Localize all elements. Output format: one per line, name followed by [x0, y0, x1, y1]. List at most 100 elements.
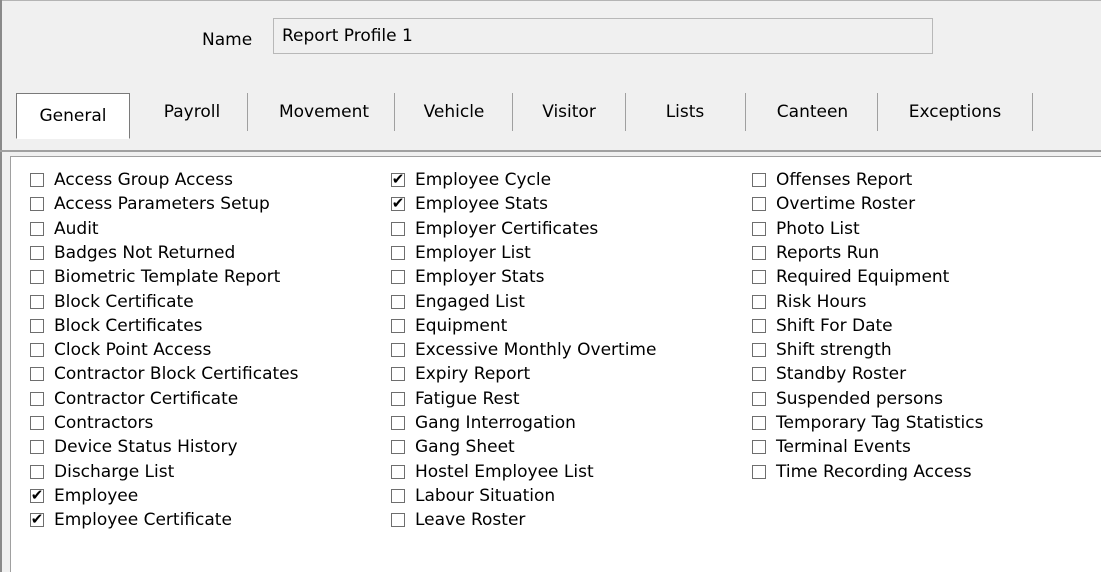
report-checkbox-item[interactable]: Hostel Employee List [391, 460, 594, 484]
tab-general[interactable]: General [16, 93, 130, 139]
report-checkbox-item[interactable]: Biometric Template Report [30, 265, 280, 289]
checkbox-label: Access Group Access [54, 170, 233, 190]
checkbox-unchecked[interactable] [391, 464, 405, 479]
report-checkbox-item[interactable]: Employer List [391, 241, 531, 265]
report-checkbox-item[interactable]: Contractor Certificate [30, 387, 238, 411]
checkbox-unchecked[interactable] [752, 343, 766, 358]
tab-canteen[interactable]: Canteen [750, 90, 875, 136]
report-checkbox-item[interactable]: Shift strength [752, 338, 892, 362]
checkbox-unchecked[interactable] [752, 440, 766, 455]
report-checkbox-item[interactable]: Contractors [30, 411, 153, 435]
report-checkbox-item[interactable]: Discharge List [30, 460, 174, 484]
report-checkbox-item[interactable]: Employer Stats [391, 265, 545, 289]
tab-vehicle[interactable]: Vehicle [399, 90, 509, 136]
report-checkbox-item[interactable]: Required Equipment [752, 265, 949, 289]
report-checkbox-item[interactable]: Offenses Report [752, 168, 912, 192]
tab-payroll[interactable]: Payroll [137, 90, 247, 136]
report-checkbox-item[interactable]: ✔ Employee [30, 484, 138, 508]
checkbox-unchecked[interactable] [30, 245, 44, 260]
report-checkbox-item[interactable]: Risk Hours [752, 290, 866, 314]
checkbox-unchecked[interactable] [752, 294, 766, 309]
name-field[interactable]: Report Profile 1 [273, 18, 933, 54]
checkbox-unchecked[interactable] [391, 294, 405, 309]
report-checkbox-item[interactable]: Clock Point Access [30, 338, 211, 362]
tab-exceptions[interactable]: Exceptions [880, 90, 1030, 136]
report-checkbox-item[interactable]: Device Status History [30, 435, 238, 459]
checkbox-unchecked[interactable] [30, 221, 44, 236]
checkbox-unchecked[interactable] [752, 245, 766, 260]
tab-movement[interactable]: Movement [254, 90, 394, 136]
checkbox-checked[interactable]: ✔ [30, 486, 44, 504]
report-checkbox-item[interactable]: Gang Interrogation [391, 411, 576, 435]
checkbox-label: Block Certificates [54, 315, 203, 336]
report-checkbox-item[interactable]: Leave Roster [391, 508, 525, 532]
report-checkbox-item[interactable]: ✔ Employee Stats [391, 192, 548, 216]
checkbox-unchecked[interactable] [30, 173, 44, 187]
checkbox-unchecked[interactable] [391, 343, 405, 358]
report-checkbox-item[interactable]: Reports Run [752, 241, 879, 265]
checkbox-unchecked[interactable] [752, 464, 766, 479]
report-checkbox-item[interactable]: Labour Situation [391, 484, 555, 508]
checkbox-unchecked[interactable] [752, 367, 766, 382]
checkbox-unchecked[interactable] [30, 343, 44, 358]
checkbox-unchecked[interactable] [30, 464, 44, 479]
checkbox-label: Badges Not Returned [54, 242, 236, 263]
checkbox-label: Excessive Monthly Overtime [415, 340, 657, 361]
report-checkbox-item[interactable]: Block Certificates [30, 314, 203, 338]
checkbox-unchecked[interactable] [391, 391, 405, 406]
report-checkbox-item[interactable]: Fatigue Rest [391, 387, 519, 411]
report-checkbox-item[interactable]: ✔ Employee Cycle [391, 168, 551, 192]
report-checkbox-item[interactable]: Terminal Events [752, 435, 911, 459]
report-checkbox-item[interactable]: Expiry Report [391, 362, 530, 386]
report-checkbox-item[interactable]: Overtime Roster [752, 192, 915, 216]
checkbox-unchecked[interactable] [30, 416, 44, 430]
checkbox-unchecked[interactable] [391, 513, 405, 528]
checkbox-unchecked[interactable] [752, 318, 766, 333]
checkbox-checked[interactable]: ✔ [391, 194, 405, 212]
checkbox-unchecked[interactable] [752, 173, 766, 187]
report-checkbox-item[interactable]: Access Group Access [30, 168, 233, 192]
checkbox-unchecked[interactable] [752, 221, 766, 236]
tab-visitor[interactable]: Visitor [515, 90, 623, 136]
checkbox-unchecked[interactable] [391, 221, 405, 236]
report-checkbox-item[interactable]: Employer Certificates [391, 217, 598, 241]
checkbox-unchecked[interactable] [30, 294, 44, 309]
checkbox-unchecked[interactable] [752, 270, 766, 285]
report-checkbox-item[interactable]: Shift For Date [752, 314, 893, 338]
checkbox-unchecked[interactable] [30, 318, 44, 333]
checkbox-unchecked[interactable] [391, 367, 405, 382]
report-checkbox-item[interactable]: Gang Sheet [391, 435, 515, 459]
checkbox-unchecked[interactable] [752, 391, 766, 406]
checkbox-unchecked[interactable] [391, 318, 405, 333]
report-checkbox-item[interactable]: Badges Not Returned [30, 241, 235, 265]
checkbox-unchecked[interactable] [391, 416, 405, 430]
report-checkbox-item[interactable]: Standby Roster [752, 362, 906, 386]
report-checkbox-item[interactable]: Suspended persons [752, 387, 943, 411]
tab-lists[interactable]: Lists [630, 90, 740, 136]
report-checkbox-item[interactable]: Audit [30, 217, 99, 241]
checkbox-unchecked[interactable] [391, 440, 405, 455]
report-checkbox-item[interactable]: Engaged List [391, 290, 525, 314]
report-checkbox-item[interactable]: Block Certificate [30, 290, 194, 314]
checkbox-unchecked[interactable] [30, 367, 44, 382]
checkbox-checked[interactable]: ✔ [30, 510, 44, 528]
report-checkbox-item[interactable]: Photo List [752, 217, 860, 241]
checkbox-label: Biometric Template Report [54, 267, 281, 288]
report-checkbox-item[interactable]: Access Parameters Setup [30, 192, 270, 216]
report-checkbox-item[interactable]: Contractor Block Certificates [30, 362, 298, 386]
checkbox-unchecked[interactable] [30, 270, 44, 285]
checkbox-unchecked[interactable] [391, 488, 405, 503]
checkbox-unchecked[interactable] [391, 245, 405, 260]
checkbox-unchecked[interactable] [752, 416, 766, 430]
checkbox-unchecked[interactable] [391, 270, 405, 285]
checkbox-unchecked[interactable] [30, 440, 44, 455]
report-checkbox-item[interactable]: Excessive Monthly Overtime [391, 338, 656, 362]
checkbox-unchecked[interactable] [752, 197, 766, 212]
report-checkbox-item[interactable]: ✔ Employee Certificate [30, 508, 232, 532]
report-checkbox-item[interactable]: Time Recording Access [752, 460, 972, 484]
report-checkbox-item[interactable]: Equipment [391, 314, 507, 338]
checkbox-unchecked[interactable] [30, 391, 44, 406]
checkbox-unchecked[interactable] [30, 197, 44, 212]
checkbox-checked[interactable]: ✔ [391, 170, 405, 188]
report-checkbox-item[interactable]: Temporary Tag Statistics [752, 411, 983, 435]
